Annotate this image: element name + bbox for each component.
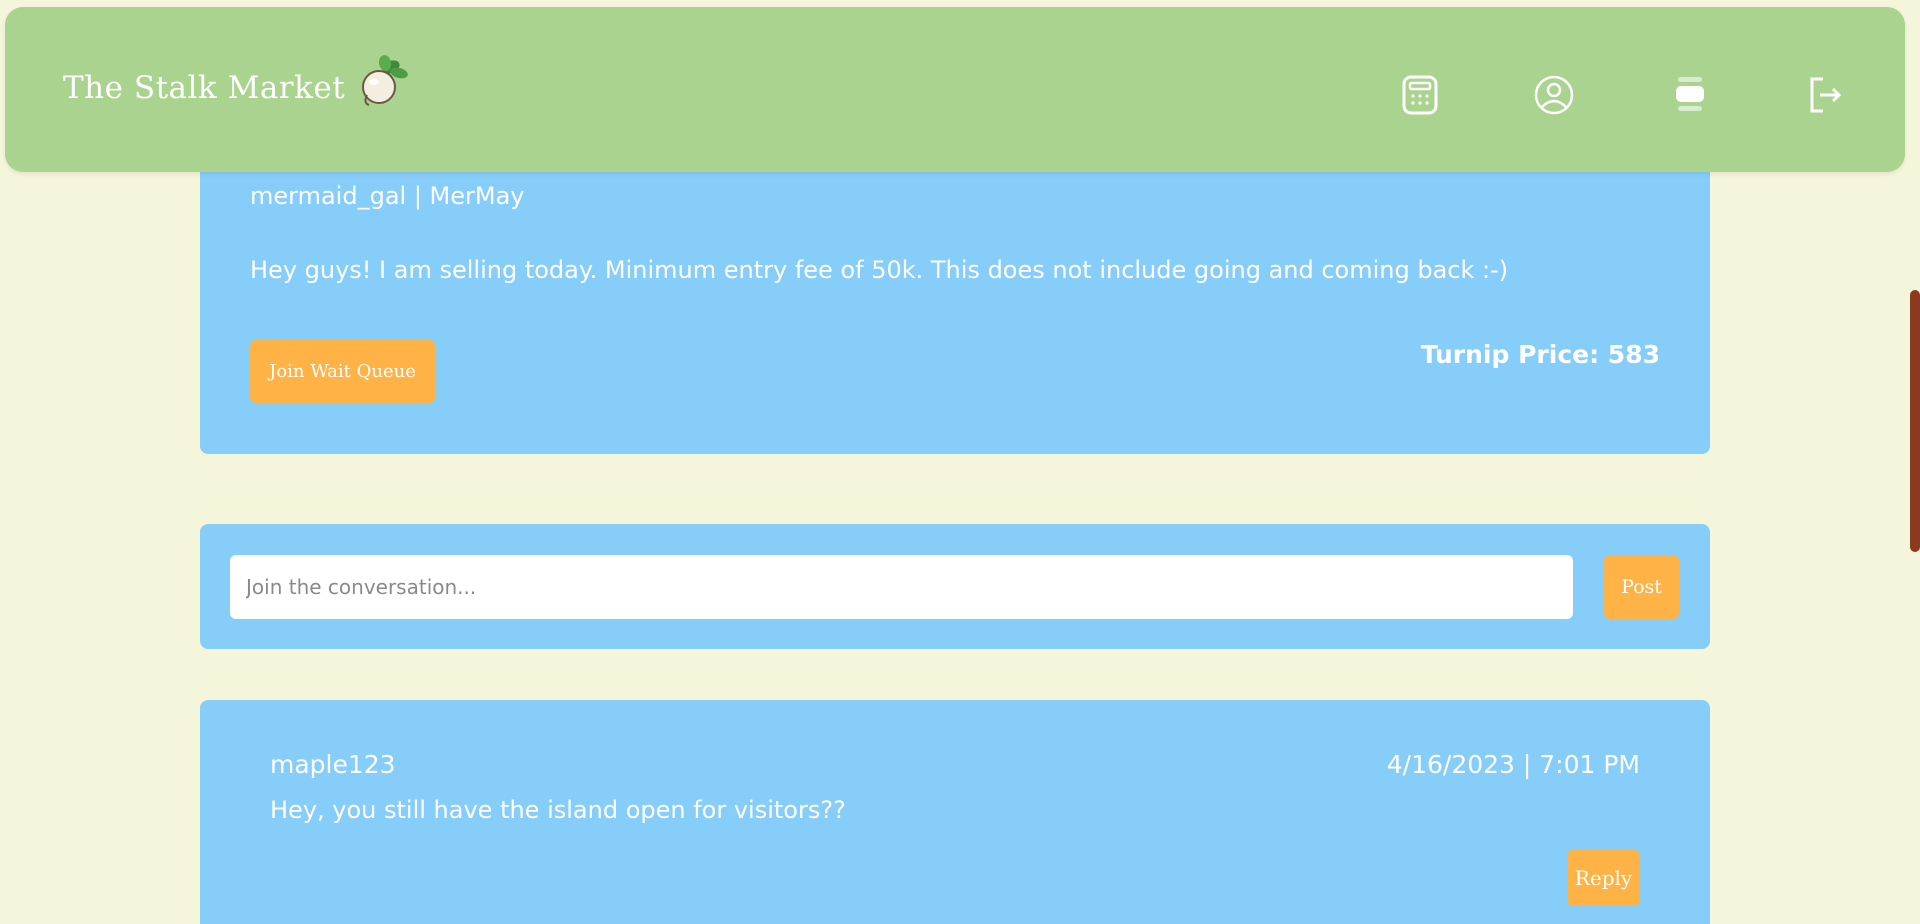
post-button[interactable]: Post — [1604, 555, 1679, 619]
post-body: Hey guys! I am selling today. Minimum en… — [250, 256, 1509, 284]
brand[interactable]: The Stalk Market — [63, 55, 413, 111]
calculator-icon[interactable] — [1398, 73, 1442, 117]
app-title: The Stalk Market — [63, 70, 346, 106]
comment-form: Post — [200, 524, 1710, 649]
reply-card: maple123 4/16/2023 | 7:01 PM Hey, you st… — [200, 700, 1710, 924]
post-card: mermaid_gal | MerMay Hey guys! I am sell… — [200, 140, 1710, 454]
scrollbar-thumb[interactable] — [1910, 290, 1920, 552]
page: The Stalk Market mermaid_gal | MerMay He… — [0, 0, 1920, 924]
post-author: mermaid_gal | MerMay — [250, 182, 525, 210]
comment-input[interactable] — [230, 555, 1573, 619]
top-nav-bar: The Stalk Market — [5, 7, 1905, 172]
turnip-icon — [353, 51, 413, 111]
user-icon[interactable] — [1532, 73, 1576, 117]
reply-button[interactable]: Reply — [1567, 850, 1640, 906]
reply-text: Hey, you still have the island open for … — [270, 796, 846, 824]
posts-icon[interactable] — [1668, 73, 1712, 117]
turnip-price: Turnip Price: 583 — [1420, 340, 1660, 369]
join-wait-queue-button[interactable]: Join Wait Queue — [250, 340, 435, 403]
reply-timestamp: 4/16/2023 | 7:01 PM — [1386, 750, 1640, 779]
logout-icon[interactable] — [1803, 73, 1847, 117]
reply-author: maple123 — [270, 750, 396, 779]
scrollbar-track[interactable] — [1910, 0, 1920, 924]
